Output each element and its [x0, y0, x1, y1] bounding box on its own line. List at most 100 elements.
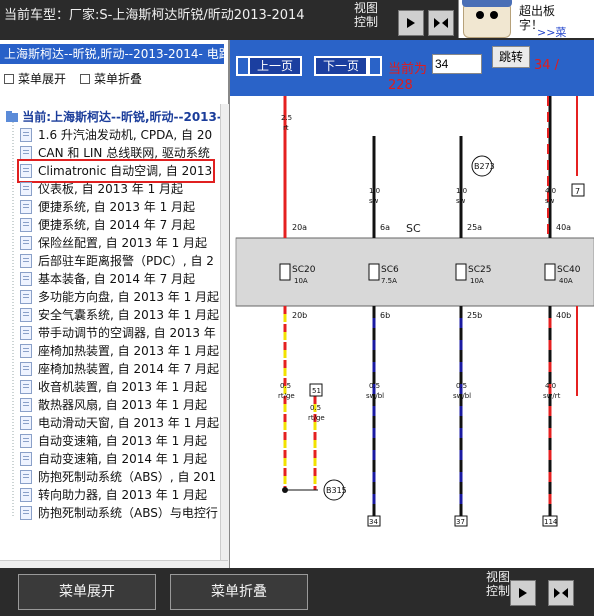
menu-item[interactable]: 仪表板, 自 2013 年 1 月起 [20, 180, 183, 198]
bottom-view-control-label: 视图控制 [486, 570, 511, 598]
bottom-split-view-button[interactable] [548, 580, 574, 606]
svg-text:6a: 6a [380, 223, 390, 232]
page-input[interactable] [432, 54, 482, 74]
svg-text:7: 7 [575, 187, 580, 196]
expand-menu-link[interactable]: 菜单展开 [4, 70, 66, 87]
svg-text:20a: 20a [292, 223, 307, 232]
menu-item[interactable]: CAN 和 LIN 总线联网, 驱动系统 [20, 144, 210, 162]
document-icon [20, 434, 32, 448]
svg-text:40a: 40a [556, 223, 571, 232]
document-icon [20, 344, 32, 358]
prev-page-button[interactable]: 上一页 [248, 56, 302, 76]
menu-item[interactable]: Climatronic 自动空调, 自 2013 [16, 159, 216, 183]
menu-item[interactable]: 防抱死制动系统（ABS）与电控行 [20, 504, 218, 522]
svg-text:4.0: 4.0 [545, 187, 556, 195]
menu-item[interactable]: 收音机装置, 自 2013 年 1 月起 [20, 378, 207, 396]
document-icon [20, 164, 32, 178]
document-icon [20, 470, 32, 484]
menu-item-label: 防抱死制动系统（ABS）与电控行 [38, 506, 218, 520]
tree-lines [12, 122, 14, 518]
menu-ops: 菜单展开 菜单折叠 [4, 70, 142, 87]
menu-tree: 当前:上海斯柯达--昕锐,昕动--2013-2 1.6 升汽油发动机, CPDA… [0, 104, 220, 574]
svg-text:1.0: 1.0 [369, 187, 380, 195]
menu-item-label: 防抱死制动系统（ABS）, 自 201 [38, 470, 217, 484]
svg-text:SC20: SC20 [292, 265, 316, 275]
next-arrow-button[interactable] [398, 10, 424, 36]
menu-item[interactable]: 后部驻车距离报警（PDC）, 自 2 [20, 252, 214, 270]
document-icon [20, 308, 32, 322]
document-icon [20, 290, 32, 304]
document-icon [20, 416, 32, 430]
svg-text:10A: 10A [294, 277, 308, 285]
menu-item[interactable]: 自动变速箱, 自 2013 年 1 月起 [20, 432, 207, 450]
menu-item[interactable]: 保险丝配置, 自 2013 年 1 月起 [20, 234, 207, 252]
next-small-icon[interactable] [368, 56, 382, 76]
svg-text:rt/ge: rt/ge [278, 392, 295, 400]
svg-text:rt/ge: rt/ge [308, 414, 325, 422]
menu-item-label: 转向助力器, 自 2013 年 1 月起 [38, 488, 208, 502]
menu-item[interactable]: 散热器风扇, 自 2013 年 1 月起 [20, 396, 207, 414]
ad-banner[interactable]: 超出板 字！ >>菜 [458, 0, 594, 38]
arrow-right-icon [407, 18, 415, 28]
svg-text:sw: sw [456, 197, 466, 205]
collapse-menu-link[interactable]: 菜单折叠 [80, 70, 142, 87]
menu-item-label: CAN 和 LIN 总线联网, 驱动系统 [38, 146, 210, 160]
svg-text:sw/bl: sw/bl [366, 392, 384, 400]
goto-button[interactable]: 跳转 [492, 46, 530, 68]
menu-item[interactable]: 座椅加热装置, 自 2014 年 7 月起 [20, 360, 219, 378]
next-page-button[interactable]: 下一页 [314, 56, 368, 76]
menu-item-label: 便捷系统, 自 2014 年 7 月起 [38, 218, 196, 232]
svg-text:0.5: 0.5 [310, 404, 321, 412]
menu-item[interactable]: 自动变速箱, 自 2014 年 1 月起 [20, 450, 207, 468]
menu-item-label: 安全气囊系统, 自 2013 年 1 月起 [38, 308, 220, 322]
vehicle-title: 当前车型：厂家:S-上海斯柯达昕锐/昕动2013-2014 [4, 8, 305, 23]
tree-root[interactable]: 当前:上海斯柯达--昕锐,昕动--2013-2 [6, 108, 220, 125]
menu-item[interactable]: 多功能方向盘, 自 2013 年 1 月起 [20, 288, 219, 306]
document-icon [20, 218, 32, 232]
split-view-button[interactable] [428, 10, 454, 36]
svg-text:37: 37 [456, 518, 465, 526]
menu-item-label: 多功能方向盘, 自 2013 年 1 月起 [38, 290, 220, 304]
menu-item[interactable]: 电动滑动天窗, 自 2013 年 1 月起 [20, 414, 219, 432]
svg-text:0.5: 0.5 [280, 382, 291, 390]
menu-item[interactable]: 基本装备, 自 2014 年 7 月起 [20, 270, 195, 288]
svg-text:7.5A: 7.5A [381, 277, 397, 285]
svg-text:B273: B273 [474, 162, 495, 171]
menu-item[interactable]: 防抱死制动系统（ABS）, 自 201 [20, 468, 216, 486]
menu-item-label: 收音机装置, 自 2013 年 1 月起 [38, 380, 208, 394]
document-icon [20, 380, 32, 394]
bottom-expand-button[interactable]: 菜单展开 [18, 574, 156, 610]
document-icon [20, 128, 32, 142]
arrow-right-icon [519, 588, 527, 598]
ad-link[interactable]: >>菜 [537, 24, 566, 38]
menu-scrollbar[interactable] [220, 104, 229, 574]
document-icon [20, 398, 32, 412]
document-icon [20, 182, 32, 196]
svg-text:6b: 6b [380, 311, 390, 320]
page-of-label: 34 / [534, 58, 560, 73]
bottom-collapse-button[interactable]: 菜单折叠 [170, 574, 308, 610]
top-bar: 当前车型：厂家:S-上海斯柯达昕锐/昕动2013-2014 视图控制 超出板 字… [0, 0, 594, 40]
wiring-diagram: SC B273 B315 SC20 10A 20a 20b SC6 7.5A 6… [230, 96, 594, 568]
menu-item[interactable]: 座椅加热装置, 自 2013 年 1 月起 [20, 342, 219, 360]
menu-item-label: Climatronic 自动空调, 自 2013 [38, 164, 213, 178]
bottom-next-arrow-button[interactable] [510, 580, 536, 606]
menu-caption: 上海斯柯达--昕锐,昕动--2013-2014- 电路 [0, 44, 224, 64]
menu-item-label: 自动变速箱, 自 2013 年 1 月起 [38, 434, 208, 448]
svg-text:SC6: SC6 [381, 265, 399, 275]
menu-item[interactable]: 安全气囊系统, 自 2013 年 1 月起 [20, 306, 219, 324]
svg-text:51: 51 [312, 387, 321, 395]
menu-item[interactable]: 便捷系统, 自 2014 年 7 月起 [20, 216, 195, 234]
document-icon [20, 506, 32, 520]
menu-item[interactable]: 带手动调节的空调器, 自 2013 年 [20, 324, 216, 342]
total-pages: 228 [388, 78, 413, 93]
document-icon [20, 200, 32, 214]
menu-panel: 上海斯柯达--昕锐,昕动--2013-2014- 电路 菜单展开 菜单折叠 当前… [0, 40, 230, 574]
mascot-image [462, 0, 512, 38]
svg-text:4.0: 4.0 [545, 382, 556, 390]
menu-item-label: 座椅加热装置, 自 2014 年 7 月起 [38, 362, 220, 376]
menu-item[interactable]: 1.6 升汽油发动机, CPDA, 自 20 [20, 126, 212, 144]
menu-item[interactable]: 转向助力器, 自 2013 年 1 月起 [20, 486, 207, 504]
menu-item[interactable]: 便捷系统, 自 2013 年 1 月起 [20, 198, 195, 216]
svg-text:sw: sw [545, 197, 555, 205]
